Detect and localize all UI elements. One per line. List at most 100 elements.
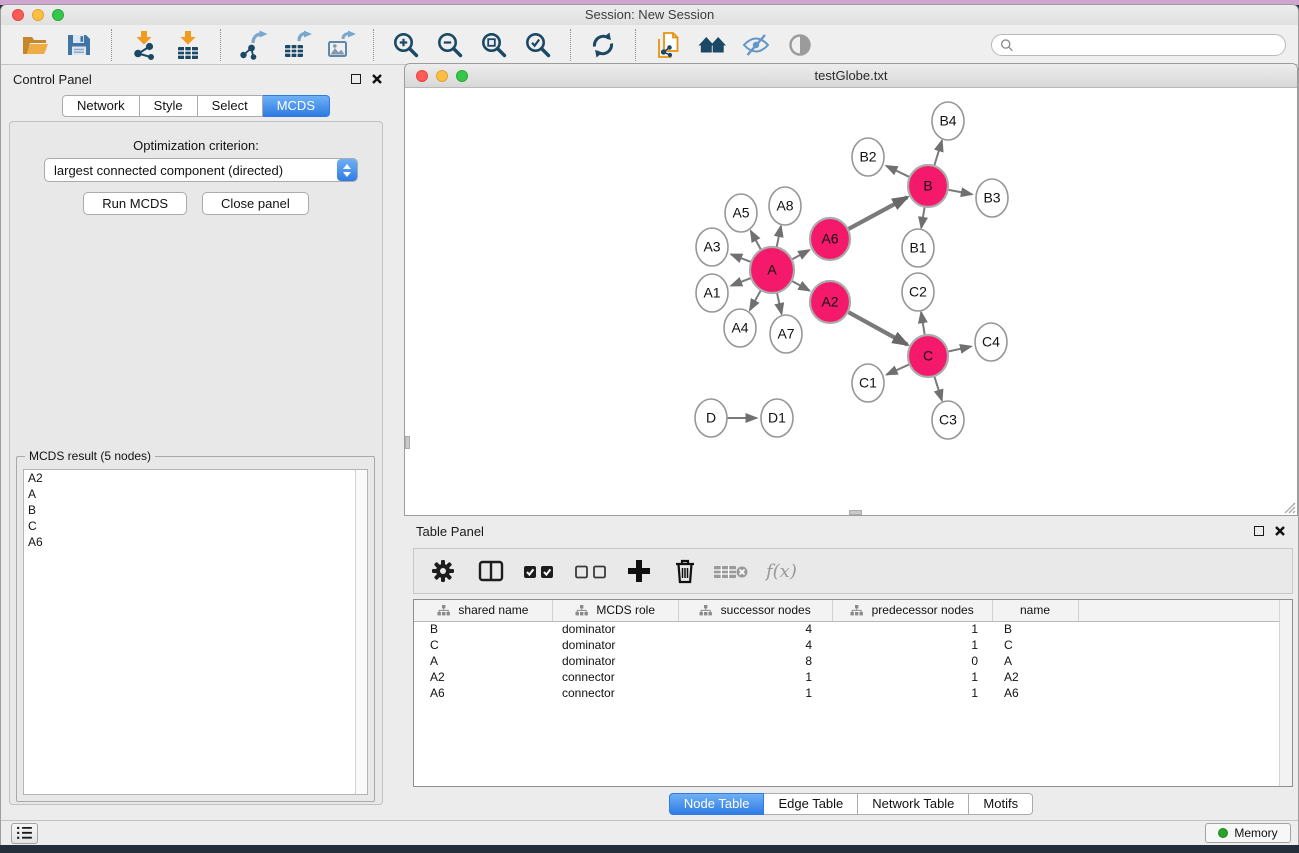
network-canvas[interactable]: B4B2BB3A5A8A6A3AB1A1A2C2A4A7C4CC1DD1C3 <box>405 88 1297 515</box>
table-cell[interactable]: 1 <box>832 669 992 685</box>
close-table-panel-icon[interactable] <box>1274 525 1286 537</box>
mcds-result-list[interactable]: A2ABCA6 <box>23 469 368 795</box>
table-cell[interactable]: C <box>992 637 1078 653</box>
graph-edge-B-B4[interactable] <box>933 141 942 169</box>
birdseye-view-icon[interactable] <box>785 30 815 60</box>
table-cell[interactable]: dominator <box>552 621 678 637</box>
zoom-out-icon[interactable] <box>435 30 465 60</box>
graph-node-A5[interactable]: A5 <box>725 194 757 232</box>
table-cell[interactable]: 1 <box>678 685 832 701</box>
graph-node-A1[interactable]: A1 <box>696 274 728 312</box>
close-panel-button[interactable]: Close panel <box>202 192 309 215</box>
network-window-titlebar[interactable]: testGlobe.txt <box>405 64 1297 88</box>
criterion-dropdown[interactable]: largest connected component (directed) <box>44 158 358 182</box>
graph-edge-A6-B[interactable] <box>846 197 907 230</box>
canvas-hscroll-thumb[interactable] <box>849 510 862 515</box>
graph-node-A[interactable]: A <box>750 247 794 293</box>
deselect-all-icon[interactable] <box>572 556 612 586</box>
save-session-icon[interactable] <box>64 30 94 60</box>
delete-table-icon[interactable] <box>712 556 752 586</box>
tab-style[interactable]: Style <box>140 95 198 117</box>
table-cell[interactable]: B <box>414 621 552 637</box>
table-cell[interactable]: A <box>414 653 552 669</box>
home-icon[interactable] <box>697 30 727 60</box>
add-column-icon[interactable] <box>624 556 654 586</box>
graph-edge-C-C4[interactable] <box>946 346 971 352</box>
table-cell[interactable]: A6 <box>992 685 1078 701</box>
table-cell[interactable]: 1 <box>832 621 992 637</box>
table-cell[interactable]: 1 <box>832 637 992 653</box>
graph-edge-C-C1[interactable] <box>887 364 911 375</box>
export-table-icon[interactable] <box>282 30 312 60</box>
table-cell[interactable]: connector <box>552 685 678 701</box>
open-session-icon[interactable] <box>20 30 50 60</box>
graph-edge-A-A8[interactable] <box>776 226 781 250</box>
zoom-selected-icon[interactable] <box>523 30 553 60</box>
graph-node-D1[interactable]: D1 <box>761 399 793 437</box>
graph-node-D[interactable]: D <box>695 399 727 437</box>
graph-edge-A-A2[interactable] <box>790 280 809 291</box>
table-cell[interactable]: dominator <box>552 653 678 669</box>
graph-edge-A-A4[interactable] <box>750 288 762 310</box>
col-shared-name[interactable]: shared name <box>414 600 552 621</box>
table-cell[interactable]: B <box>992 621 1078 637</box>
table-row[interactable]: Cdominator41C <box>414 637 1292 653</box>
graph-node-A8[interactable]: A8 <box>769 187 801 225</box>
clone-network-icon[interactable] <box>653 30 683 60</box>
graph-edge-A-A7[interactable] <box>776 290 781 314</box>
table-row[interactable]: Adominator80A <box>414 653 1292 669</box>
table-cell[interactable]: 1 <box>678 669 832 685</box>
select-all-icon[interactable] <box>520 556 560 586</box>
export-network-icon[interactable] <box>238 30 268 60</box>
graph-edge-B-B2[interactable] <box>886 166 911 178</box>
canvas-vscroll-thumb[interactable] <box>405 436 410 449</box>
float-panel-icon[interactable] <box>351 74 361 84</box>
graph-node-B2[interactable]: B2 <box>852 138 884 176</box>
table-scrollbar[interactable] <box>1279 600 1292 786</box>
graph-node-A3[interactable]: A3 <box>696 228 728 266</box>
table-cell[interactable]: connector <box>552 669 678 685</box>
search-box[interactable] <box>991 34 1286 56</box>
table-row[interactable]: Bdominator41B <box>414 621 1292 637</box>
tab-network-table[interactable]: Network Table <box>858 793 969 815</box>
table-cell[interactable]: 0 <box>832 653 992 669</box>
graph-node-B[interactable]: B <box>908 165 948 207</box>
split-view-icon[interactable] <box>476 556 506 586</box>
task-history-button[interactable] <box>11 823 38 844</box>
table-cell[interactable]: 1 <box>832 685 992 701</box>
import-table-icon[interactable] <box>173 30 203 60</box>
zoom-in-icon[interactable] <box>391 30 421 60</box>
table-cell[interactable]: A2 <box>992 669 1078 685</box>
column-settings-gear-icon[interactable] <box>428 556 458 586</box>
table-cell[interactable]: 4 <box>678 637 832 653</box>
table-row[interactable]: A2connector11A2 <box>414 669 1292 685</box>
graph-node-A4[interactable]: A4 <box>724 309 756 347</box>
graph-node-A7[interactable]: A7 <box>770 315 802 353</box>
tab-edge-table[interactable]: Edge Table <box>764 793 858 815</box>
graph-node-C[interactable]: C <box>908 335 948 377</box>
function-builder-icon[interactable]: f(x) <box>766 561 797 582</box>
refresh-icon[interactable] <box>588 30 618 60</box>
graph-node-B4[interactable]: B4 <box>932 102 964 140</box>
graph-node-C2[interactable]: C2 <box>902 273 934 311</box>
result-item[interactable]: A <box>24 486 367 502</box>
graph-node-A6[interactable]: A6 <box>810 218 850 260</box>
tab-select[interactable]: Select <box>198 95 263 117</box>
tab-mcds[interactable]: MCDS <box>263 95 330 117</box>
float-table-panel-icon[interactable] <box>1254 526 1264 536</box>
graph-node-C1[interactable]: C1 <box>852 364 884 402</box>
table-cell[interactable]: A6 <box>414 685 552 701</box>
table-cell[interactable]: A2 <box>414 669 552 685</box>
result-item[interactable]: B <box>24 502 367 518</box>
hide-details-icon[interactable] <box>741 30 771 60</box>
tab-node-table[interactable]: Node Table <box>669 793 765 815</box>
result-scrollbar[interactable] <box>355 470 367 794</box>
graph-edge-A-A3[interactable] <box>731 254 753 262</box>
search-input[interactable] <box>1013 38 1277 52</box>
table-cell[interactable]: dominator <box>552 637 678 653</box>
resize-grip-icon[interactable] <box>1283 501 1296 514</box>
tab-motifs[interactable]: Motifs <box>969 793 1033 815</box>
close-panel-icon[interactable] <box>371 73 383 85</box>
result-item[interactable]: A6 <box>24 534 367 550</box>
table-cell[interactable]: 8 <box>678 653 832 669</box>
